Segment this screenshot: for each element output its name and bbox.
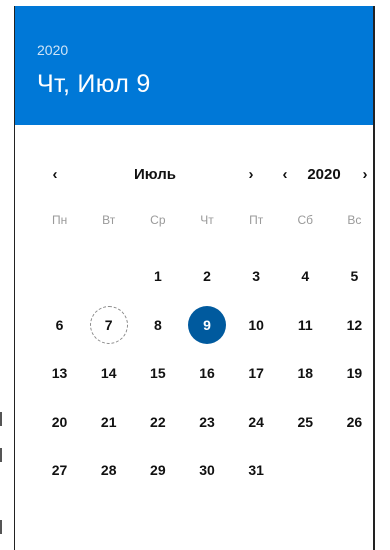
calendar-week-row: 6 7 8 9 10 11 12 bbox=[35, 301, 379, 350]
calendar-week-row: 20 21 22 23 24 25 26 bbox=[35, 398, 379, 447]
day-number: 24 bbox=[248, 413, 264, 430]
weekday-label: Пн bbox=[51, 213, 68, 227]
weekday-label: Пт bbox=[249, 213, 264, 227]
day-number: 15 bbox=[150, 365, 166, 382]
day-number: 6 bbox=[55, 316, 64, 333]
calendar-day-cell[interactable]: 12 bbox=[330, 301, 379, 350]
calendar-day-cell[interactable]: 25 bbox=[281, 398, 330, 447]
background-page-edge bbox=[0, 0, 14, 550]
calendar-day-cell[interactable]: 3 bbox=[232, 252, 281, 301]
calendar-day-cell[interactable]: 10 bbox=[232, 301, 281, 350]
calendar-day-cell[interactable]: 31 bbox=[232, 446, 281, 495]
weekday-header-row: Пн Вт Ср Чт Пт Сб Вс bbox=[35, 213, 379, 227]
day-number: 23 bbox=[199, 413, 215, 430]
next-month-button[interactable]: › bbox=[241, 166, 261, 183]
calendar-day-cell[interactable]: 16 bbox=[182, 349, 231, 398]
day-number: 16 bbox=[199, 365, 215, 382]
date-picker-header: 2020 Чт, Июл 9 bbox=[15, 6, 373, 125]
day-number: 21 bbox=[100, 413, 117, 430]
day-number: 18 bbox=[297, 365, 314, 382]
calendar-day-cell[interactable]: 2 bbox=[182, 252, 231, 301]
calendar-empty-cell bbox=[330, 446, 379, 495]
calendar-empty-cell bbox=[84, 252, 133, 301]
weekday-label: Вт bbox=[102, 213, 116, 227]
day-number: 31 bbox=[248, 462, 264, 479]
edge-fragment bbox=[0, 520, 4, 534]
calendar-day-cell[interactable]: 13 bbox=[35, 349, 84, 398]
day-number: 27 bbox=[51, 462, 68, 479]
calendar-navigation: ‹ Июль › ‹ 2020 › bbox=[15, 166, 376, 188]
calendar-day-cell[interactable]: 20 bbox=[35, 398, 84, 447]
year-label[interactable]: 2020 bbox=[300, 166, 348, 183]
calendar-day-cell[interactable]: 15 bbox=[133, 349, 182, 398]
prev-month-button[interactable]: ‹ bbox=[45, 166, 65, 183]
day-number: 1 bbox=[153, 268, 162, 285]
calendar-day-cell[interactable]: 1 bbox=[133, 252, 182, 301]
calendar-week-row: 13 14 15 16 17 18 19 bbox=[35, 349, 379, 398]
calendar-day-selected[interactable]: 9 bbox=[182, 301, 231, 350]
next-year-button[interactable]: › bbox=[355, 166, 375, 183]
calendar-day-cell[interactable]: 11 bbox=[281, 301, 330, 350]
calendar-day-cell[interactable]: 29 bbox=[133, 446, 182, 495]
day-number: 28 bbox=[100, 462, 117, 479]
calendar-day-cell[interactable]: 22 bbox=[133, 398, 182, 447]
calendar-day-cell[interactable]: 4 bbox=[281, 252, 330, 301]
day-number: 10 bbox=[248, 316, 264, 333]
calendar-day-cell[interactable]: 30 bbox=[182, 446, 231, 495]
calendar-week-row: 1 2 3 4 5 bbox=[35, 252, 379, 301]
weekday-label: Вс bbox=[347, 213, 362, 227]
calendar-day-cell[interactable]: 28 bbox=[84, 446, 133, 495]
prev-year-button[interactable]: ‹ bbox=[275, 166, 295, 183]
day-number: 12 bbox=[346, 316, 363, 333]
day-number: 22 bbox=[150, 413, 166, 430]
day-number: 26 bbox=[346, 413, 363, 430]
edge-fragment bbox=[0, 412, 4, 426]
calendar-day-cell[interactable]: 5 bbox=[330, 252, 379, 301]
day-number: 14 bbox=[100, 365, 117, 382]
calendar-day-cell[interactable]: 6 bbox=[35, 301, 84, 350]
header-selected-date[interactable]: Чт, Июл 9 bbox=[37, 70, 151, 99]
day-number: 2 bbox=[203, 268, 211, 285]
day-number: 7 bbox=[89, 305, 128, 344]
day-number: 19 bbox=[346, 365, 363, 382]
day-number: 30 bbox=[199, 462, 215, 479]
day-number: 4 bbox=[301, 268, 310, 285]
calendar-empty-cell bbox=[281, 446, 330, 495]
edge-fragment bbox=[0, 448, 4, 462]
calendar-day-cell[interactable]: 18 bbox=[281, 349, 330, 398]
calendar-day-today[interactable]: 7 bbox=[84, 301, 133, 350]
day-number: 3 bbox=[252, 268, 261, 285]
weekday-label: Ср bbox=[150, 213, 166, 227]
calendar-day-cell[interactable]: 27 bbox=[35, 446, 84, 495]
day-number: 8 bbox=[153, 316, 162, 333]
calendar-day-cell[interactable]: 24 bbox=[232, 398, 281, 447]
day-number: 20 bbox=[51, 413, 68, 430]
day-number: 17 bbox=[248, 365, 264, 382]
calendar-day-cell[interactable]: 21 bbox=[84, 398, 133, 447]
calendar-day-cell[interactable]: 19 bbox=[330, 349, 379, 398]
weekday-label: Чт bbox=[200, 213, 214, 227]
calendar-empty-cell bbox=[35, 252, 84, 301]
day-number: 11 bbox=[297, 316, 313, 333]
day-number: 29 bbox=[150, 462, 166, 479]
header-year[interactable]: 2020 bbox=[37, 42, 68, 58]
date-picker-dialog: 2020 Чт, Июл 9 ‹ Июль › ‹ 2020 › Пн Вт С… bbox=[14, 6, 375, 550]
weekday-label: Сб bbox=[297, 213, 314, 227]
day-number: 25 bbox=[297, 413, 314, 430]
day-number: 5 bbox=[350, 268, 359, 285]
calendar-day-grid: 1 2 3 4 5 6 7 8 9 10 11 12 13 14 15 16 17 18 19 20 21 22 23 24 2… bbox=[35, 252, 379, 495]
month-label[interactable]: Июль bbox=[115, 166, 195, 183]
calendar-week-row: 27 28 29 30 31 bbox=[35, 446, 379, 495]
day-number: 13 bbox=[51, 365, 68, 382]
day-number: 9 bbox=[187, 305, 226, 344]
calendar-day-cell[interactable]: 17 bbox=[232, 349, 281, 398]
calendar-day-cell[interactable]: 8 bbox=[133, 301, 182, 350]
calendar-day-cell[interactable]: 26 bbox=[330, 398, 379, 447]
calendar-day-cell[interactable]: 14 bbox=[84, 349, 133, 398]
calendar-day-cell[interactable]: 23 bbox=[182, 398, 231, 447]
